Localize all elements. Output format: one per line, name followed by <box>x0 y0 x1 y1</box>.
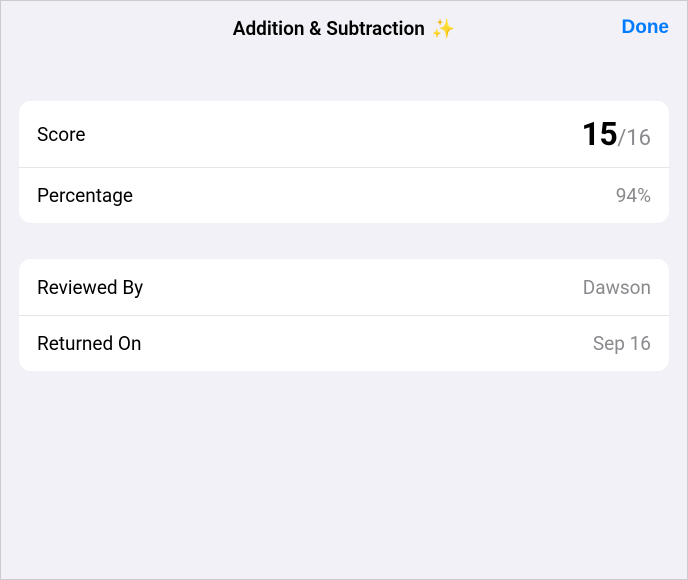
review-card: Reviewed By Dawson Returned On Sep 16 <box>19 259 669 371</box>
score-value: 15 /16 <box>581 115 651 153</box>
returned-on-label: Returned On <box>37 332 141 355</box>
score-row: Score 15 /16 <box>19 101 669 167</box>
score-label: Score <box>37 123 85 146</box>
percentage-row: Percentage 94% <box>19 167 669 223</box>
returned-on-row: Returned On Sep 16 <box>19 315 669 371</box>
title-text: Addition & Subtraction <box>233 17 425 40</box>
percentage-label: Percentage <box>37 184 133 207</box>
reviewed-by-value: Dawson <box>583 276 651 299</box>
returned-on-value: Sep 16 <box>593 332 651 355</box>
page-title: Addition & Subtraction ✨ <box>233 17 455 40</box>
content-area: Score 15 /16 Percentage 94% Reviewed By … <box>1 55 687 371</box>
score-card: Score 15 /16 Percentage 94% <box>19 101 669 223</box>
done-button[interactable]: Done <box>622 17 670 39</box>
score-total: /16 <box>617 126 651 151</box>
reviewed-by-label: Reviewed By <box>37 276 143 299</box>
percentage-value: 94% <box>616 184 651 207</box>
sparkle-icon: ✨ <box>432 17 456 40</box>
reviewed-by-row: Reviewed By Dawson <box>19 259 669 315</box>
score-number: 15 <box>581 115 617 153</box>
header: Addition & Subtraction ✨ Done <box>1 1 687 55</box>
